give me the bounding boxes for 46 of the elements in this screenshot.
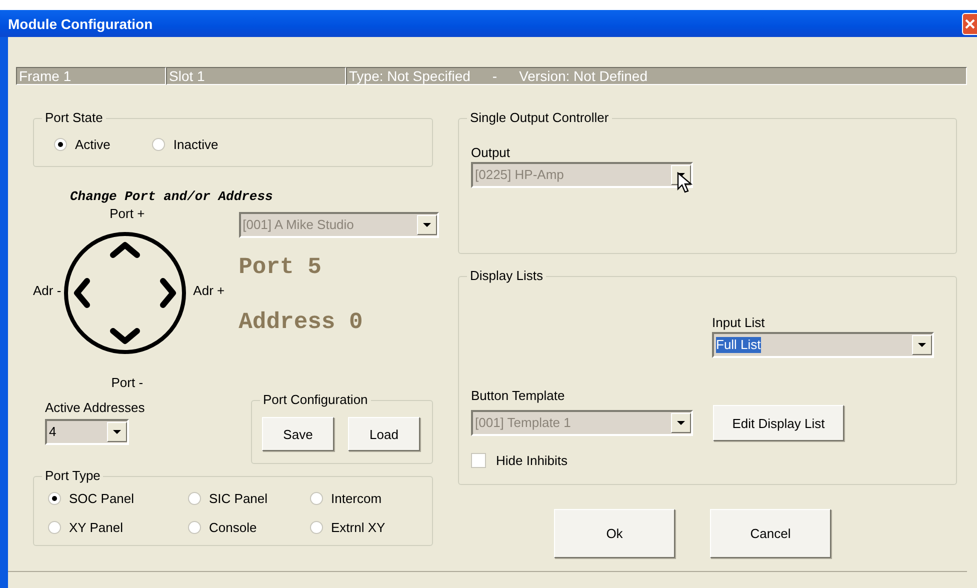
caret-icon: [113, 430, 121, 434]
dropdown-button[interactable]: [912, 335, 932, 355]
radio-button[interactable]: SOC Panel: [48, 491, 188, 506]
radio-button[interactable]: Inactive: [152, 137, 218, 152]
radio-button[interactable]: SIC Panel: [188, 491, 310, 506]
button[interactable]: Edit Display List: [713, 405, 844, 441]
section-heading: Change Port and/or Address: [70, 189, 274, 204]
status-text: Type: Not Specified: [349, 68, 470, 84]
button[interactable]: Ok: [554, 509, 675, 558]
group-title: Port Configuration: [260, 392, 371, 408]
status-text: Frame 1: [19, 68, 72, 84]
caret-icon: [422, 223, 431, 227]
close-button[interactable]: [962, 12, 977, 34]
pad-label: Adr +: [193, 282, 225, 298]
status-text: Version: Not Defined: [519, 68, 648, 84]
field-label: Button Template: [471, 388, 566, 403]
pad-label: Port -: [111, 375, 144, 390]
caret-icon: [677, 421, 685, 425]
status-text: Slot 1: [169, 68, 205, 84]
port-readout: Port 5: [238, 253, 322, 282]
radio-button[interactable]: Intercom: [310, 491, 420, 506]
cursor-icon: [677, 172, 695, 194]
dropdown-button[interactable]: [107, 422, 127, 442]
radio-button[interactable]: Active: [54, 137, 110, 152]
pad-label: Port +: [110, 206, 145, 221]
radio-button[interactable]: Console: [188, 520, 310, 535]
group-title: Single Output Controller: [467, 110, 612, 126]
checkbox[interactable]: Hide Inhibits: [471, 453, 944, 468]
button[interactable]: Save: [262, 417, 334, 451]
radio-button[interactable]: XY Panel: [48, 520, 188, 535]
dropdown-field[interactable]: Full List: [712, 332, 934, 358]
group-title: Display Lists: [467, 268, 546, 284]
status-text: -: [492, 68, 498, 84]
field-label: Input List: [712, 315, 766, 330]
field-label: Output: [471, 145, 512, 160]
dropdown-field[interactable]: 4: [45, 419, 129, 445]
address-readout: Address 0: [238, 308, 364, 337]
field-label: Active Addresses: [45, 400, 145, 415]
close-icon: [963, 16, 977, 30]
window-title: Module Configuration: [8, 16, 153, 32]
radio-button[interactable]: Extrnl XY: [310, 520, 420, 535]
button[interactable]: Load: [348, 417, 420, 451]
button[interactable]: Cancel: [710, 509, 831, 558]
pad-label: Adr -: [33, 282, 62, 298]
caret-icon: [918, 343, 926, 347]
group-title: Port Type: [42, 468, 104, 484]
